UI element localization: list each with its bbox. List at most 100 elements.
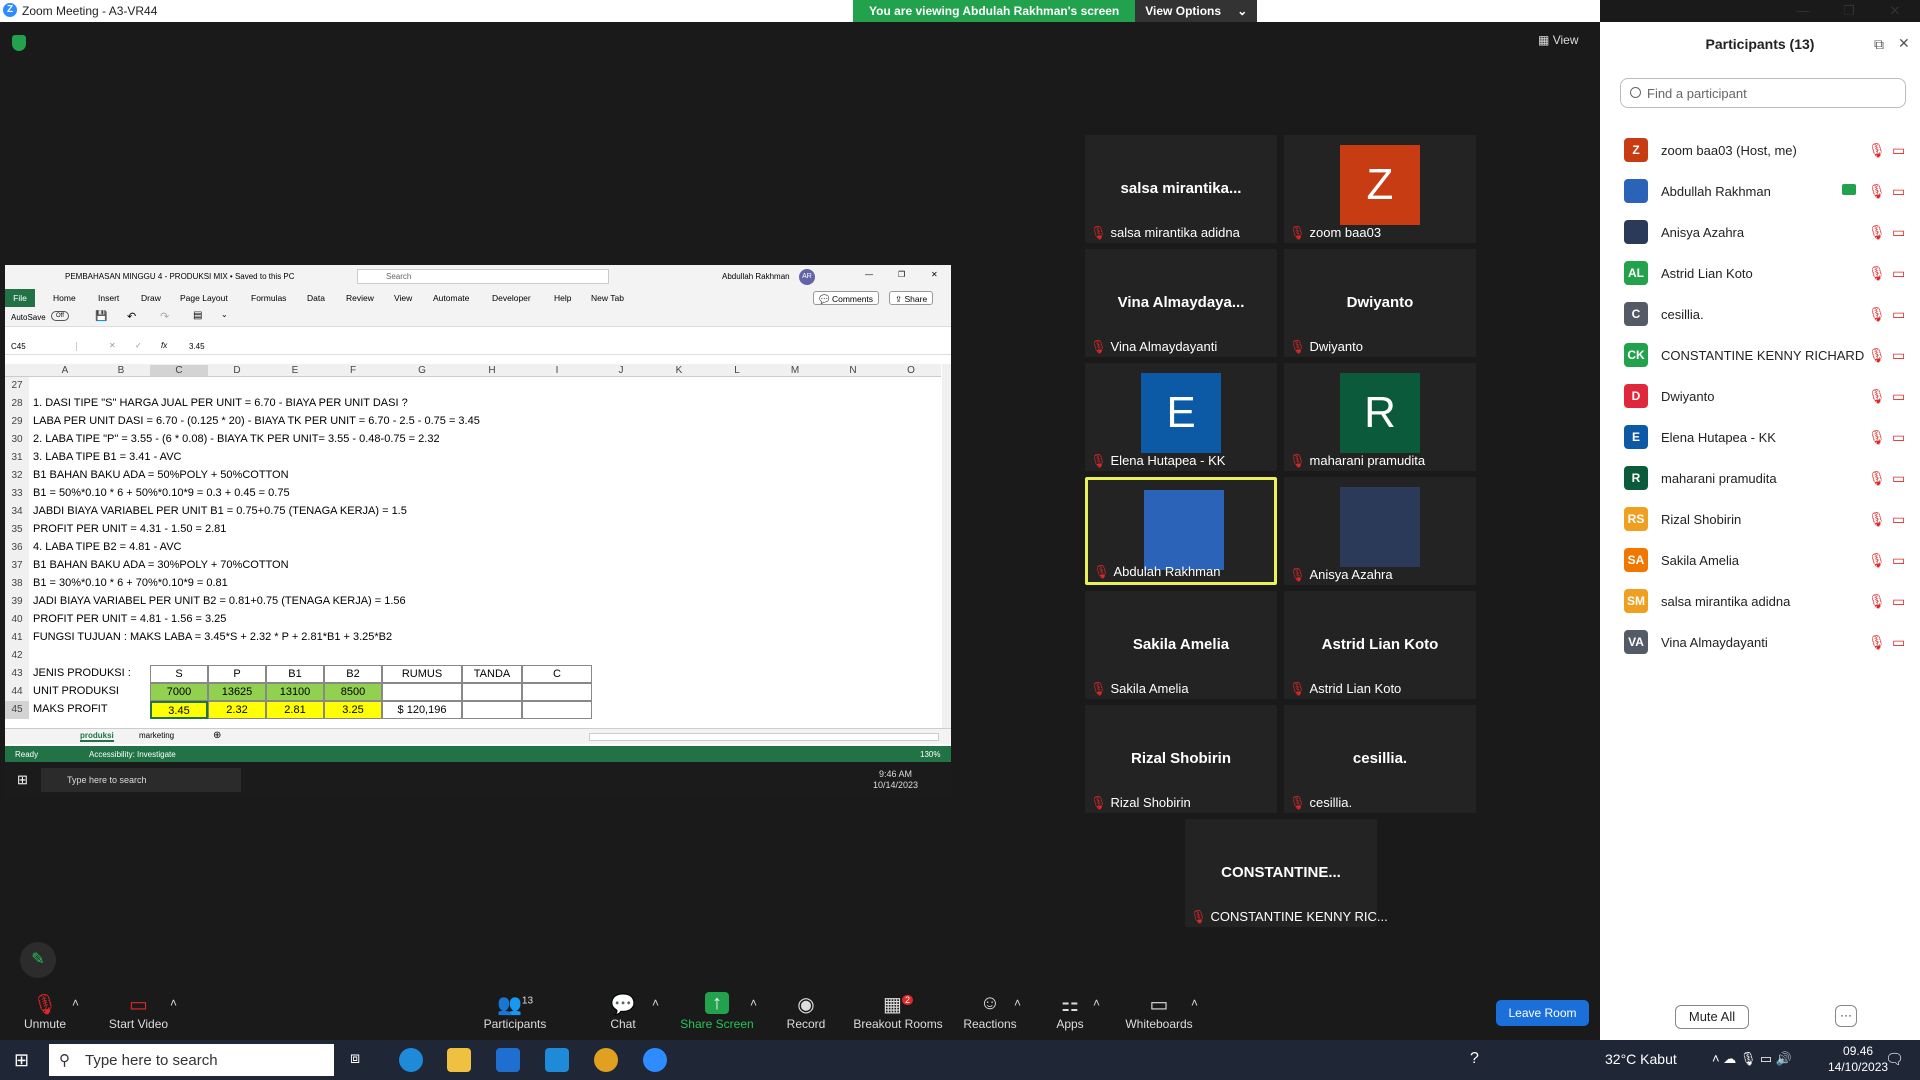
video-tile[interactable]: Z 🎙 zoom baa03	[1284, 135, 1476, 243]
record-button[interactable]: ◉ Record	[786, 992, 826, 1031]
comments-button[interactable]: 💬 Comments	[813, 291, 880, 305]
sheet-row[interactable]: 32 B1 BAHAN BAKU ADA = 50%POLY + 50%COTT…	[5, 467, 941, 485]
participant-row[interactable]: Anisya Azahra 🎙 ▭	[1600, 212, 1920, 253]
sheet-row[interactable]: 33 B1 = 50%*0.10 * 6 + 50%*0.10*9 = 0.3 +…	[5, 485, 941, 503]
row-number[interactable]: 28	[5, 395, 29, 413]
ribbon-tab-insert[interactable]: Insert	[98, 293, 119, 303]
row-number[interactable]: 43	[5, 665, 29, 683]
muted-mic-icon[interactable]: 🎙	[1868, 511, 1886, 528]
taskbar-clock[interactable]: 09.46 14/10/2023	[1828, 1043, 1888, 1075]
video-off-icon[interactable]: ▭	[1892, 142, 1905, 159]
cell-text[interactable]: B1 BAHAN BAKU ADA = 50%POLY + 50%COTTON	[33, 469, 289, 481]
store-icon[interactable]	[496, 1048, 520, 1072]
cell-text[interactable]: 3. LABA TIPE B1 = 3.41 - AVC	[33, 451, 181, 463]
sheet-tab-marketing[interactable]: marketing	[139, 731, 174, 740]
table-cell[interactable]	[522, 701, 592, 719]
row-number[interactable]: 30	[5, 431, 29, 449]
video-tile[interactable]: Vina Almaydaya... 🎙 Vina Almaydayanti	[1085, 249, 1277, 357]
video-off-icon[interactable]: ▭	[1892, 511, 1905, 528]
video-off-icon[interactable]: ▭	[1892, 634, 1905, 651]
muted-mic-icon[interactable]: 🎙	[1868, 224, 1886, 241]
column-header[interactable]: M	[766, 365, 824, 376]
participant-row[interactable]: AL Astrid Lian Koto 🎙 ▭	[1600, 253, 1920, 294]
column-header[interactable]: H	[462, 365, 522, 376]
cancel-formula-icon[interactable]: ✕	[109, 341, 116, 350]
minimize-button[interactable]: —	[1780, 0, 1826, 22]
participant-row[interactable]: VA Vina Almaydayanti 🎙 ▭	[1600, 622, 1920, 663]
sheet-row[interactable]: 28 1. DASI TIPE "S" HARGA JUAL PER UNIT =…	[5, 395, 941, 413]
chrome-icon[interactable]	[594, 1048, 618, 1072]
video-tile[interactable]: Rizal Shobirin 🎙 Rizal Shobirin	[1085, 705, 1277, 813]
cell-text[interactable]: B1 = 30%*0.10 * 6 + 70%*0.10*9 = 0.81	[33, 577, 228, 589]
video-tile[interactable]: R 🎙 maharani pramudita	[1284, 363, 1476, 471]
encryption-shield-icon[interactable]	[12, 35, 26, 51]
row-number[interactable]: 33	[5, 485, 29, 503]
ribbon-tab-view[interactable]: View	[394, 293, 412, 303]
table-cell[interactable]: 13625	[208, 683, 266, 701]
participant-row[interactable]: RS Rizal Shobirin 🎙 ▭	[1600, 499, 1920, 540]
table-cell[interactable]: 3.45	[150, 701, 208, 719]
file-explorer-icon[interactable]	[447, 1048, 471, 1072]
sheet-row[interactable]: 29 LABA PER UNIT DASI = 6.70 - (0.125 * …	[5, 413, 941, 431]
column-header[interactable]: L	[708, 365, 766, 376]
video-off-icon[interactable]: ▭	[1892, 429, 1905, 446]
redo-icon[interactable]: ↷	[160, 310, 169, 323]
ribbon-tab-home[interactable]: Home	[53, 293, 76, 303]
column-header[interactable]: F	[324, 365, 382, 376]
excel-search-box[interactable]: Search	[357, 269, 609, 284]
mail-icon[interactable]	[545, 1048, 569, 1072]
muted-mic-icon[interactable]: 🎙	[1868, 429, 1886, 446]
cell-text[interactable]: 1. DASI TIPE "S" HARGA JUAL PER UNIT = 6…	[33, 397, 408, 409]
table-row[interactable]: 43 JENIS PRODUKSI : S P B1 B2 RUMUS TANDA C	[5, 665, 941, 683]
vertical-scrollbar[interactable]	[942, 364, 951, 728]
undo-icon[interactable]: ↶	[127, 310, 136, 323]
table-cell[interactable]: 2.81	[266, 701, 324, 719]
muted-mic-icon[interactable]: 🎙	[1868, 265, 1886, 282]
share-options-chevron-icon[interactable]: ˄	[750, 996, 757, 1010]
participant-row[interactable]: SM salsa mirantika adidna 🎙 ▭	[1600, 581, 1920, 622]
table-cell[interactable]	[382, 683, 462, 701]
view-options-button[interactable]: View Options ⌄	[1135, 0, 1258, 22]
cell-text[interactable]: B1 = 50%*0.10 * 6 + 50%*0.10*9 = 0.3 + 0…	[33, 487, 290, 499]
participant-row[interactable]: CK CONSTANTINE KENNY RICHARD 🎙 ▭	[1600, 335, 1920, 376]
table-cell[interactable]: RUMUS	[382, 665, 462, 683]
table-cell[interactable]	[522, 683, 592, 701]
table-cell[interactable]	[462, 701, 522, 719]
weather-widget[interactable]: 32°C Kabut	[1605, 1051, 1677, 1067]
muted-mic-icon[interactable]: 🎙	[1868, 347, 1886, 364]
sheet-grid[interactable]: 27 28 1. DASI TIPE "S" HARGA JUAL PER UNIT…	[5, 377, 941, 719]
table-row[interactable]: 44 UNIT PRODUKSI 7000 13625 13100 8500	[5, 683, 941, 701]
video-tile[interactable]: Sakila Amelia 🎙 Sakila Amelia	[1085, 591, 1277, 699]
mute-all-button[interactable]: Mute All	[1675, 1005, 1749, 1029]
video-off-icon[interactable]: ▭	[1892, 593, 1905, 610]
column-header[interactable]: E	[266, 365, 324, 376]
zoom-taskbar-icon[interactable]	[643, 1048, 667, 1072]
unmute-button[interactable]: 🎙 Unmute	[20, 992, 70, 1031]
table-cell[interactable]: P	[208, 665, 266, 683]
ribbon-tab-file[interactable]: File	[5, 289, 35, 307]
function-icon[interactable]: fx	[161, 341, 167, 350]
more-options-button[interactable]: ···	[1835, 1005, 1857, 1027]
edge-icon[interactable]	[399, 1048, 423, 1072]
row-number[interactable]: 40	[5, 611, 29, 629]
chat-button[interactable]: 💬 Chat	[605, 992, 641, 1031]
row-number[interactable]: 41	[5, 629, 29, 647]
apps-options-chevron-icon[interactable]: ˄	[1093, 996, 1100, 1010]
row-number[interactable]: 35	[5, 521, 29, 539]
ribbon-tab-developer[interactable]: Developer	[492, 293, 531, 303]
video-off-icon[interactable]: ▭	[1892, 183, 1905, 200]
column-header[interactable]: K	[650, 365, 708, 376]
sheet-row[interactable]: 35 PROFIT PER UNIT = 4.31 - 1.50 = 2.81	[5, 521, 941, 539]
share-screen-button[interactable]: ↑ Share Screen	[680, 992, 754, 1031]
cell-text[interactable]: LABA PER UNIT DASI = 6.70 - (0.125 * 20)…	[33, 415, 480, 427]
save-icon[interactable]: 💾	[95, 311, 107, 322]
row-number[interactable]: 29	[5, 413, 29, 431]
muted-mic-icon[interactable]: 🎙	[1868, 183, 1886, 200]
row-number[interactable]: 45	[5, 701, 29, 719]
view-button[interactable]: ▦ View	[1538, 33, 1578, 47]
formula-input[interactable]: 3.45	[189, 342, 205, 351]
column-header[interactable]: G	[382, 365, 462, 376]
video-off-icon[interactable]: ▭	[1892, 265, 1905, 282]
column-header[interactable]: I	[522, 365, 592, 376]
reactions-button[interactable]: ☺ Reactions	[962, 992, 1018, 1031]
